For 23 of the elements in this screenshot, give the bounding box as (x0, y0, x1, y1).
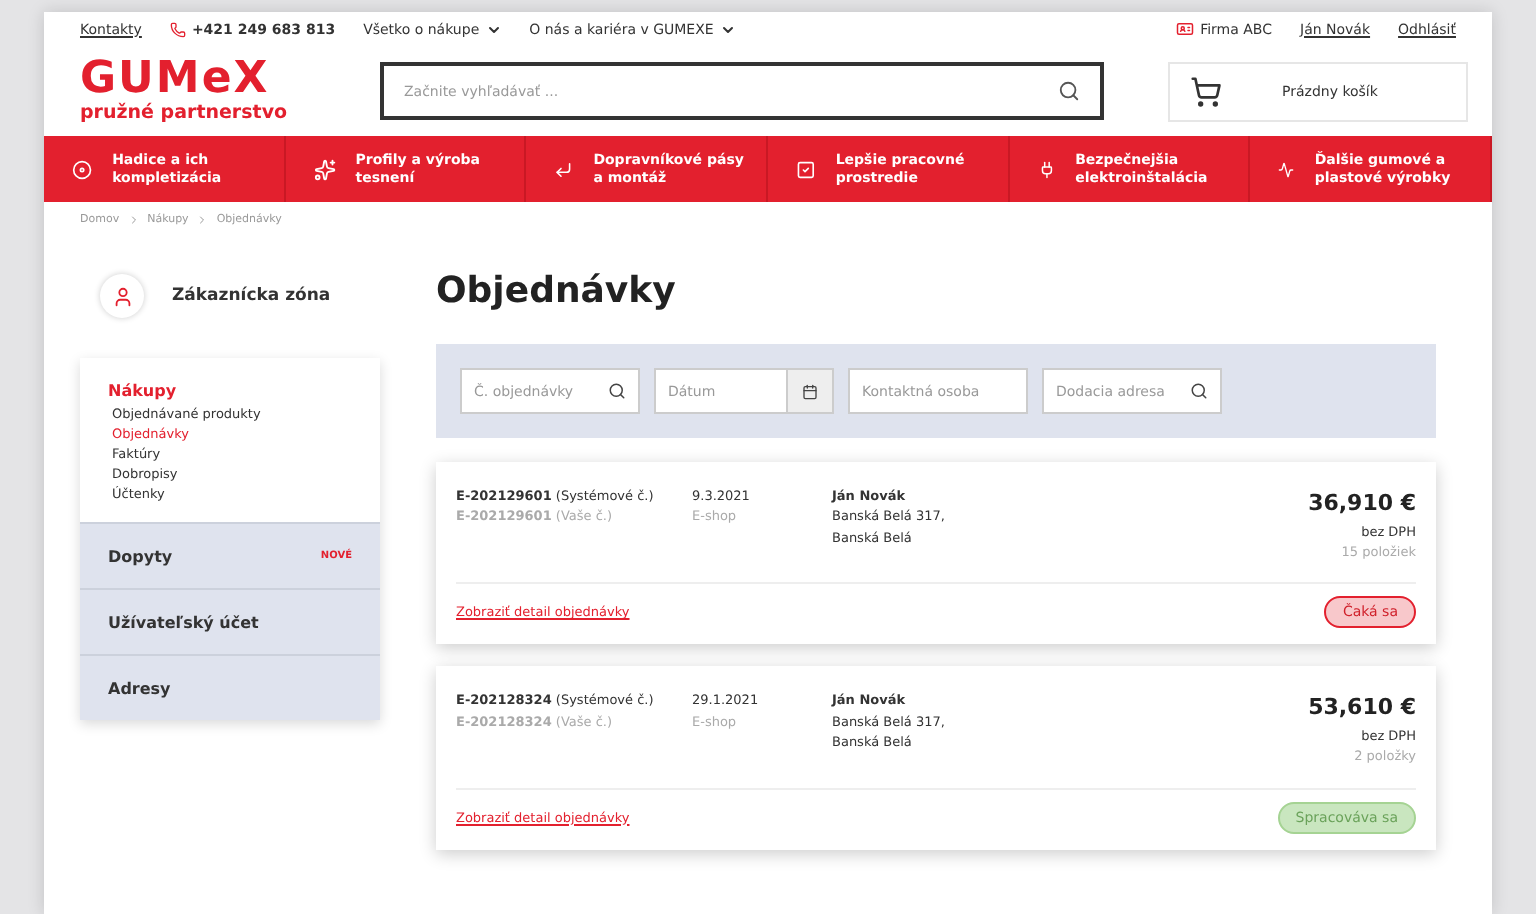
disc-icon (72, 155, 93, 183)
page-title: Objednávky (436, 270, 678, 312)
phone-icon (169, 21, 186, 37)
section-title[interactable]: Nákupy (108, 382, 352, 400)
sidebar-group[interactable]: Adresy (80, 654, 380, 720)
search-icon (1058, 80, 1080, 102)
chevron-icon (719, 21, 736, 37)
search-icon (608, 382, 626, 400)
chevron-icon (196, 214, 209, 226)
order-price: 53,610 € (1308, 692, 1416, 725)
cart-icon (1190, 75, 1222, 107)
chevron-icon (127, 214, 140, 226)
search-icon (1190, 382, 1208, 400)
sidebar-group[interactable]: Užívateľský účet (80, 588, 380, 654)
user-icon (100, 274, 144, 318)
sparkle-icon (313, 155, 336, 183)
sidebar-title: Zákaznícka zóna (172, 286, 331, 306)
company-icon (1176, 20, 1195, 38)
calendar-icon (802, 383, 818, 399)
logo[interactable]: GUMeX (80, 58, 340, 102)
chevron-icon (485, 21, 502, 37)
order-price: 36,910 € (1308, 488, 1416, 520)
logo-tagline: pružné partnerstvo (80, 102, 290, 124)
